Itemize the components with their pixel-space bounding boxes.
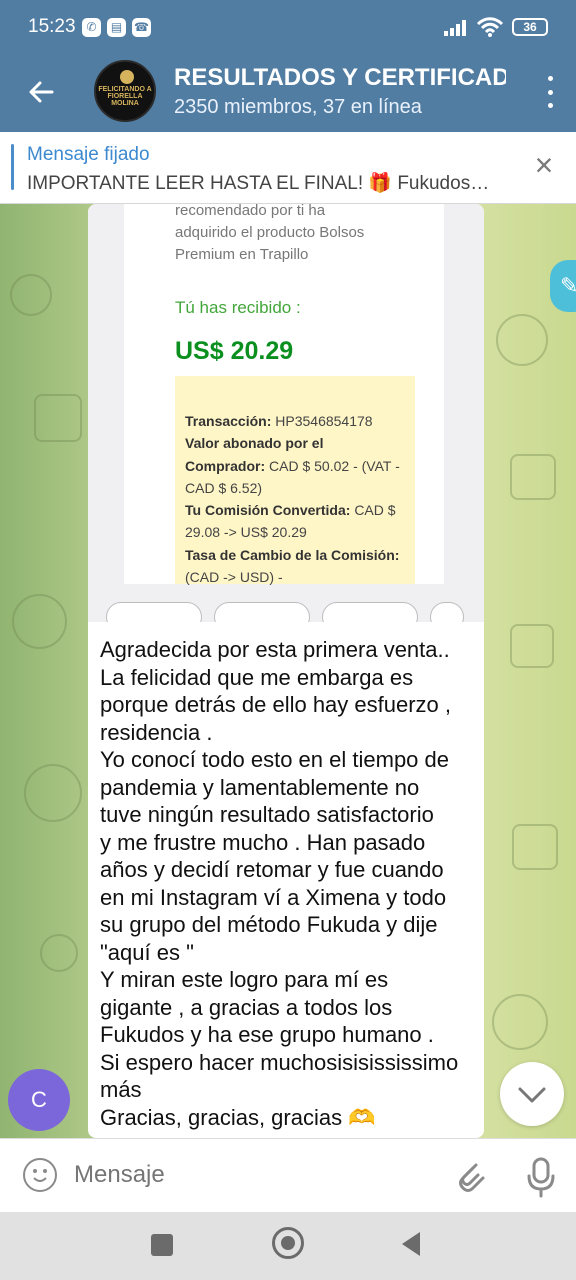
- background-doodle: [510, 454, 556, 500]
- message-text: Agradecida por esta primera venta.. La f…: [100, 637, 459, 1130]
- transaction-row: Tasa de Cambio de la Comisión: (CAD -> U…: [185, 544, 405, 589]
- transaction-row: Valor abonado por el Comprador: CAD $ 50…: [185, 432, 405, 499]
- message-app-icon: ▤: [107, 18, 126, 37]
- detail-value: (CAD -> USD) -: [185, 569, 283, 586]
- chat-header: FELICITANDO A FIORELLA MOLINA RESULTADOS…: [0, 56, 576, 132]
- phone-app-icon: ☎: [132, 18, 151, 37]
- wifi-icon: [476, 17, 504, 37]
- message-bubble[interactable]: recomendado por ti ha adquirido el produ…: [88, 204, 484, 1138]
- receipt-button: [430, 602, 464, 622]
- recent-apps-icon[interactable]: [151, 1234, 173, 1256]
- scroll-down-button[interactable]: [500, 1062, 564, 1126]
- detail-label: Tu Comisión Convertida:: [185, 502, 351, 519]
- detail-label: Transacción:: [185, 413, 272, 429]
- receipt-button: [106, 602, 202, 622]
- crest-icon: [120, 70, 134, 84]
- background-doodle: [40, 934, 78, 972]
- back-arrow-icon[interactable]: [22, 72, 62, 112]
- back-icon[interactable]: [402, 1232, 420, 1256]
- receipt-button: [322, 602, 418, 622]
- message-input[interactable]: [74, 1153, 444, 1197]
- battery-icon: 36: [512, 18, 548, 36]
- edit-icon[interactable]: ✎: [550, 260, 576, 312]
- more-options-icon[interactable]: [546, 76, 554, 108]
- attach-icon[interactable]: [451, 1155, 489, 1197]
- android-navigation-bar: [0, 1212, 576, 1280]
- receipt-button: [214, 602, 310, 622]
- system-status-icons: 36: [444, 16, 548, 38]
- group-avatar-text: FELICITANDO A FIORELLA MOLINA: [98, 86, 152, 107]
- transaction-row: Tu Comisión Convertida: CAD $ 29.08 -> U…: [185, 499, 405, 544]
- background-doodle: [492, 994, 548, 1050]
- received-amount: US$ 20.29: [175, 337, 294, 365]
- signal-icon: [444, 18, 468, 36]
- status-time: 15:23: [28, 16, 76, 37]
- emoji-icon[interactable]: [23, 1158, 57, 1192]
- detail-value: HP3546854178: [275, 413, 373, 429]
- receipt-screenshot[interactable]: recomendado por ti ha adquirido el produ…: [88, 204, 484, 622]
- sender-avatar[interactable]: C: [8, 1069, 70, 1131]
- microphone-icon[interactable]: [522, 1156, 560, 1198]
- status-app-icons: ✆ ▤ ☎: [82, 18, 151, 37]
- background-doodle: [512, 824, 558, 870]
- whatsapp-icon: ✆: [82, 18, 101, 37]
- status-bar: 15:23 ✆ ▤ ☎ 36: [0, 0, 576, 56]
- pinned-text: IMPORTANTE LEER HASTA EL FINAL! 🎁 Fukudo…: [27, 173, 490, 194]
- background-doodle: [10, 274, 52, 316]
- detail-label: Tasa de Cambio de la Comisión:: [185, 546, 400, 563]
- background-doodle: [34, 394, 82, 442]
- background-doodle: [12, 594, 67, 649]
- chat-title[interactable]: RESULTADOS Y CERTIFICAD: [174, 64, 506, 92]
- group-avatar[interactable]: FELICITANDO A FIORELLA MOLINA: [94, 60, 156, 122]
- message-composer: [0, 1138, 576, 1212]
- pinned-message-bar[interactable]: Mensaje fijado IMPORTANTE LEER HASTA EL …: [0, 132, 576, 204]
- background-doodle: [510, 624, 554, 668]
- chat-subtitle: 2350 miembros, 37 en línea: [174, 96, 422, 118]
- receipt-intro: recomendado por ti ha adquirido el produ…: [175, 204, 365, 263]
- transaction-details: Transacción: HP3546854178 Valor abonado …: [175, 376, 415, 585]
- close-pinned-icon[interactable]: ×: [532, 149, 556, 181]
- background-doodle: [496, 314, 548, 366]
- background-doodle: [24, 764, 82, 822]
- home-icon[interactable]: [272, 1227, 304, 1259]
- received-label: Tú has recibido :: [175, 298, 301, 317]
- transaction-row: Transacción: HP3546854178: [185, 410, 405, 432]
- pinned-label: Mensaje fijado: [27, 144, 150, 165]
- receipt-buttons: [88, 590, 484, 622]
- chevron-down-icon: [518, 1087, 546, 1103]
- pinned-indicator: [11, 144, 14, 190]
